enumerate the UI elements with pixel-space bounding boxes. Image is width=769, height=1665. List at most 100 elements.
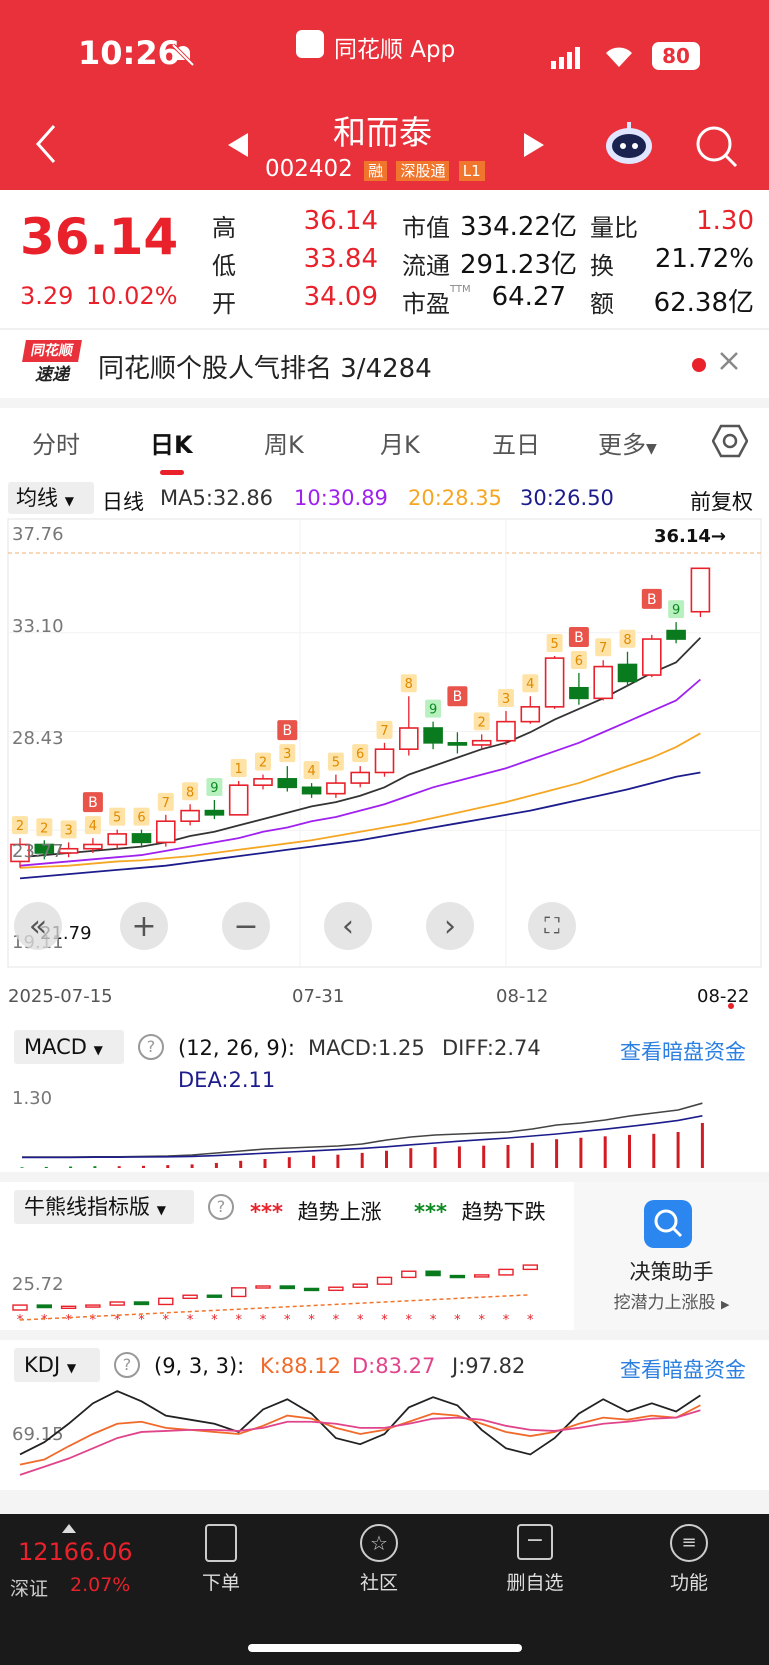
trend-down-dots: *** [414, 1200, 447, 1224]
buy-signal-label: B [88, 795, 98, 811]
back-arrow-icon[interactable] [34, 124, 58, 168]
macd-bar [239, 1160, 243, 1168]
candle-body [277, 778, 298, 789]
community-label: 社区 [359, 1572, 398, 1594]
y-label-3: 28.43 [12, 728, 64, 749]
quote-panel: 36.14 3.29 10.02% 高 36.14 低 33.84 开 34.0… [0, 190, 769, 328]
bull-bear-selector-label: 牛熊线指标版 [24, 1195, 150, 1219]
macd-bar [652, 1133, 656, 1168]
y-label-top: 37.76 [12, 524, 64, 545]
low-label: 低 [212, 252, 236, 280]
assistant-subtitle: 挖潜力上涨股 ▶ [574, 1288, 769, 1313]
macd-selector[interactable]: MACD ▼ [14, 1030, 124, 1064]
trend-up-label: 趋势上涨 [297, 1200, 382, 1224]
bull-bear-candle [303, 1287, 320, 1292]
active-tab-indicator [160, 470, 184, 475]
battery-icon: 80 [652, 42, 700, 70]
bull-bear-panel: 牛熊线指标版 ▼ ? *** 趋势上涨 *** 趋势下跌 25.72 * * * * *… [0, 1182, 769, 1330]
sequence-marker-label: 9 [672, 603, 680, 618]
macd-bar [117, 1166, 121, 1168]
kdj-d-line [19, 1409, 701, 1476]
help-icon[interactable]: ? [208, 1194, 234, 1220]
macd-bar [360, 1152, 364, 1168]
search-icon[interactable] [694, 124, 738, 172]
trend-up-marker: * [235, 1313, 242, 1326]
order-button[interactable]: 下单 [176, 1524, 266, 1595]
bottom-toolbar: 12166.06 深证 2.07% 下单 ☆ 社区 − 删自选 ≡ 功能 [0, 1514, 769, 1665]
popularity-text: 同花顺个股人气排名 3/4284 [98, 354, 432, 384]
kdj-selector[interactable]: KDJ ▼ [14, 1348, 100, 1382]
bull-bear-candle [376, 1276, 393, 1285]
kdj-selector-label: KDJ [24, 1353, 61, 1377]
decision-assistant-card[interactable]: 决策助手 挖潜力上涨股 ▶ [574, 1182, 769, 1330]
macd-bar [700, 1123, 704, 1168]
amount-label: 额 [590, 290, 614, 318]
trend-up-marker: * [65, 1313, 72, 1326]
tab-more[interactable]: 更多▼ [598, 425, 657, 460]
popularity-bar[interactable]: 同花顺 速递 同花顺个股人气排名 3/4284 [0, 332, 769, 398]
trend-up-marker: * [187, 1313, 194, 1326]
candle-body [471, 739, 492, 746]
settings-hexagon-icon[interactable] [711, 424, 749, 462]
help-icon[interactable]: ? [138, 1034, 164, 1060]
tab-daily-k[interactable]: 日K [150, 425, 193, 460]
candle-body [253, 778, 273, 786]
prev-stock-icon[interactable] [226, 132, 250, 162]
last-price-label: 36.14→ [654, 526, 726, 547]
menu-button[interactable]: ≡ 功能 [644, 1524, 734, 1595]
zoom-out-button[interactable]: − [222, 902, 270, 950]
macd-bar [69, 1166, 73, 1168]
tab-monthly-k[interactable]: 月K [380, 425, 420, 460]
macd-panel: MACD ▼ ? (12, 26, 9): MACD:1.25 DIFF:2.7… [0, 1022, 769, 1172]
candle-body [350, 771, 371, 784]
zoom-in-button[interactable]: + [120, 902, 168, 950]
ma-selector[interactable]: 均线 ▼ [8, 482, 94, 514]
sequence-marker-label: 3 [502, 692, 510, 707]
status-time: 10:26 [78, 34, 180, 72]
trend-up-marker: * [430, 1313, 437, 1326]
macd-dark-pool-link[interactable]: 查看暗盘资金 [620, 1036, 746, 1066]
sequence-marker-label: 7 [380, 724, 388, 739]
volume-ratio-label: 量比 [590, 214, 638, 242]
macd-bar [676, 1132, 680, 1168]
scroll-left-button[interactable]: ‹ [324, 902, 372, 950]
robot-assistant-icon[interactable] [604, 120, 654, 166]
tab-five-day[interactable]: 五日 [492, 425, 540, 460]
buy-signal-label: B [574, 630, 584, 646]
price-change-pct: 10.02% [86, 282, 178, 310]
macd-bar [628, 1134, 631, 1168]
tab-more-label: 更多 [598, 431, 646, 459]
remove-watchlist-label: 删自选 [506, 1572, 564, 1594]
fullscreen-button[interactable]: ⛶ [528, 902, 576, 950]
community-button[interactable]: ☆ 社区 [334, 1524, 424, 1595]
x-label-start: 2025-07-15 [8, 986, 113, 1007]
sequence-marker-label: 8 [623, 633, 631, 648]
tab-weekly-k[interactable]: 周K [264, 425, 304, 460]
remove-watchlist-button[interactable]: − 删自选 [490, 1524, 580, 1595]
tab-intraday[interactable]: 分时 [32, 425, 80, 460]
macd-bar [482, 1145, 486, 1168]
adjust-mode[interactable]: 前复权 [690, 486, 753, 516]
close-icon[interactable] [718, 350, 740, 376]
assistant-title: 决策助手 [629, 1260, 714, 1284]
candlestick-chart[interactable]: 2 2 3 45 678 91 2345678923456789BBBBB 37.76 33… [0, 518, 769, 1010]
sequence-marker-label: 5 [113, 811, 121, 826]
ma5-value: MA5:32.86 [160, 486, 274, 510]
next-stock-icon[interactable] [522, 132, 546, 162]
kdj-params: (9, 3, 3): [154, 1354, 245, 1378]
kdj-dark-pool-link[interactable]: 查看暗盘资金 [620, 1354, 746, 1384]
help-icon[interactable]: ? [114, 1352, 140, 1378]
x-label-2: 07-31 [292, 986, 344, 1007]
index-value[interactable]: 12166.06 [18, 1538, 133, 1566]
sequence-marker-label: 8 [405, 677, 413, 692]
macd-selector-label: MACD [24, 1035, 87, 1059]
macd-bar [433, 1147, 437, 1168]
bull-bear-selector[interactable]: 牛熊线指标版 ▼ [14, 1190, 194, 1224]
scroll-right-button[interactable]: › [426, 902, 474, 950]
macd-bar [579, 1137, 583, 1168]
scroll-left-fast-button[interactable]: « [14, 902, 62, 950]
candle-body [204, 809, 225, 816]
pe-value: 64.27 [491, 282, 566, 312]
app-header: 10:26 同花顺 App 80 和而泰 002402 融 深股通 L1 [0, 0, 769, 190]
level-badge: L1 [458, 161, 485, 181]
